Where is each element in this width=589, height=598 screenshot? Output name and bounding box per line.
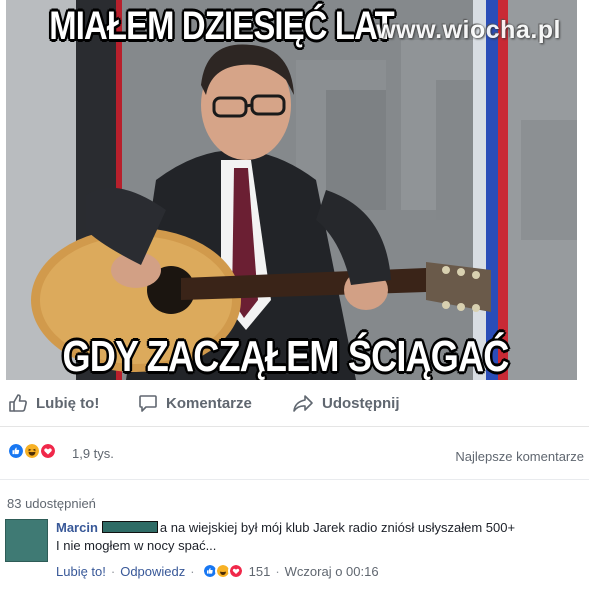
comment-sort-dropdown[interactable]: Najlepsze komentarze (455, 449, 584, 464)
comment-like-link[interactable]: Lubię to! (56, 564, 106, 579)
comment-text-line2: I nie mogłem w nocy spać... (56, 538, 217, 553)
love-icon (227, 563, 244, 579)
reaction-icons[interactable] (7, 442, 57, 460)
comment-reaction-icons[interactable] (201, 563, 244, 579)
share-arrow-icon (293, 395, 313, 412)
separator-dot: · (190, 563, 195, 579)
shares-count[interactable]: 83 udostępnień (7, 496, 96, 511)
comment-reply-link[interactable]: Odpowiedz (120, 564, 185, 579)
comment-button[interactable]: Komentarze (138, 393, 252, 413)
comment-meta: Lubię to! · Odpowiedz · 151 · Wczoraj o … (56, 563, 379, 579)
separator-dot: · (275, 563, 280, 579)
share-button[interactable]: Udostępnij (292, 393, 400, 413)
like-button-label: Lubię to! (36, 394, 100, 412)
comment-author[interactable]: Marcin (56, 520, 98, 535)
reactions-summary: 1,9 tys. Najlepsze komentarze (0, 430, 589, 480)
reaction-count[interactable]: 1,9 tys. (72, 446, 114, 461)
avatar[interactable] (5, 519, 48, 562)
comment-timestamp[interactable]: Wczoraj o 00:16 (285, 564, 379, 579)
meme-bottom-caption: GDY ZACZĄŁEM ŚCIĄGAĆ VAT (62, 332, 510, 380)
comment-bubble-icon (139, 395, 157, 412)
meme-watermark: www.wiocha.pl (376, 16, 561, 44)
redacted-name-block (101, 521, 158, 533)
comment-button-label: Komentarze (166, 394, 252, 412)
thumbs-up-icon (9, 394, 27, 412)
comment-item: Marcin a na wiejskiej był mój klub Jarek … (0, 514, 589, 598)
like-button[interactable]: Lubię to! (8, 393, 99, 413)
share-button-label: Udostępnij (322, 394, 400, 412)
comment-reaction-count[interactable]: 151 (249, 564, 271, 579)
comment-text-line1: a na wiejskiej był mój klub Jarek radio … (159, 520, 516, 535)
meme-photo (6, 0, 577, 380)
separator-dot: · (110, 563, 116, 579)
love-icon (39, 442, 57, 460)
comment-body: Marcin a na wiejskiej był mój klub Jarek … (56, 519, 586, 555)
post-action-bar: Lubię to! Komentarze Udostępnij (0, 383, 589, 427)
meme-image[interactable]: MIAŁEM DZIESIĘĆ LAT GDY ZACZĄŁEM ŚCIĄGAĆ… (6, 0, 577, 380)
